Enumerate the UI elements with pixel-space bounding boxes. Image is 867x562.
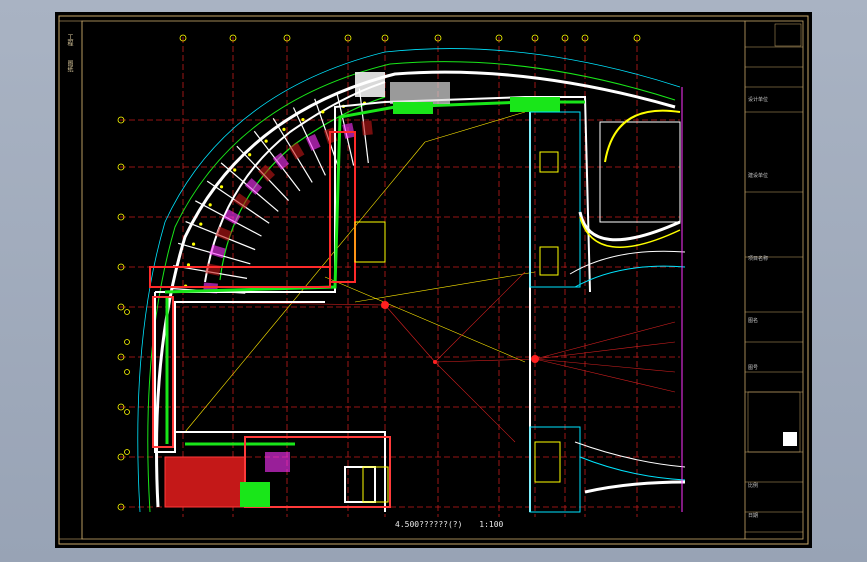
wing-fixture xyxy=(191,242,196,246)
axis-bubble-left xyxy=(124,409,130,415)
title-block-revision-box xyxy=(774,23,802,47)
wing-fixture xyxy=(233,168,237,172)
drawing-caption: 4.500??????(?) 1:100 xyxy=(395,520,503,529)
wing-fixture xyxy=(219,185,224,189)
title-block-stamp xyxy=(783,432,797,446)
wing-room-fill xyxy=(361,120,373,136)
wing-room-fill xyxy=(205,263,221,276)
wing-room-fill xyxy=(305,133,321,151)
wing-room-fill xyxy=(342,122,356,139)
axis-bubble-left xyxy=(124,449,130,455)
title-block-label: 比例 xyxy=(748,483,759,489)
wing-rooms xyxy=(170,88,373,294)
wing-room-fill xyxy=(233,193,251,210)
caption-scale: 1:100 xyxy=(479,520,504,529)
drawing-sheet: 工程 图纸 4.500??????(?) 1:100 设计单位建设单位项目名称图… xyxy=(55,12,812,548)
left-strip-label-mid: 图纸 xyxy=(66,60,73,72)
axis-bubbles xyxy=(117,34,641,511)
title-block-label: 项目名称 xyxy=(748,256,769,262)
wing-fixture xyxy=(248,153,252,157)
caption-title: 4.500??????(?) xyxy=(395,520,463,529)
axis-bubble-left xyxy=(124,309,130,315)
marker-points xyxy=(381,301,539,364)
title-block-label: 图名 xyxy=(748,318,759,324)
curved-wing xyxy=(137,48,681,513)
right-core xyxy=(354,111,681,513)
left-binding-strip xyxy=(58,20,83,540)
axis-bubble-left xyxy=(124,369,130,375)
cad-drawing-canvas[interactable] xyxy=(55,12,812,548)
title-block-label: 设计单位 xyxy=(748,97,769,103)
wing-fixture xyxy=(264,139,268,143)
wing-room-fill xyxy=(209,244,226,259)
wing-fixture xyxy=(301,118,305,122)
wing-fixture xyxy=(199,222,203,226)
wing-room-fill xyxy=(288,142,305,160)
title-block-label: 日期 xyxy=(748,513,759,519)
wing-fixture xyxy=(321,110,325,114)
title-block-label: 图号 xyxy=(748,365,759,371)
title-block-label: 建设单位 xyxy=(748,173,769,179)
wing-fixture xyxy=(282,127,286,132)
left-strip-label-top: 工程 xyxy=(66,34,73,46)
wing-fixture xyxy=(208,203,212,207)
green-walls xyxy=(164,100,585,446)
axis-bubble-left xyxy=(124,339,130,345)
